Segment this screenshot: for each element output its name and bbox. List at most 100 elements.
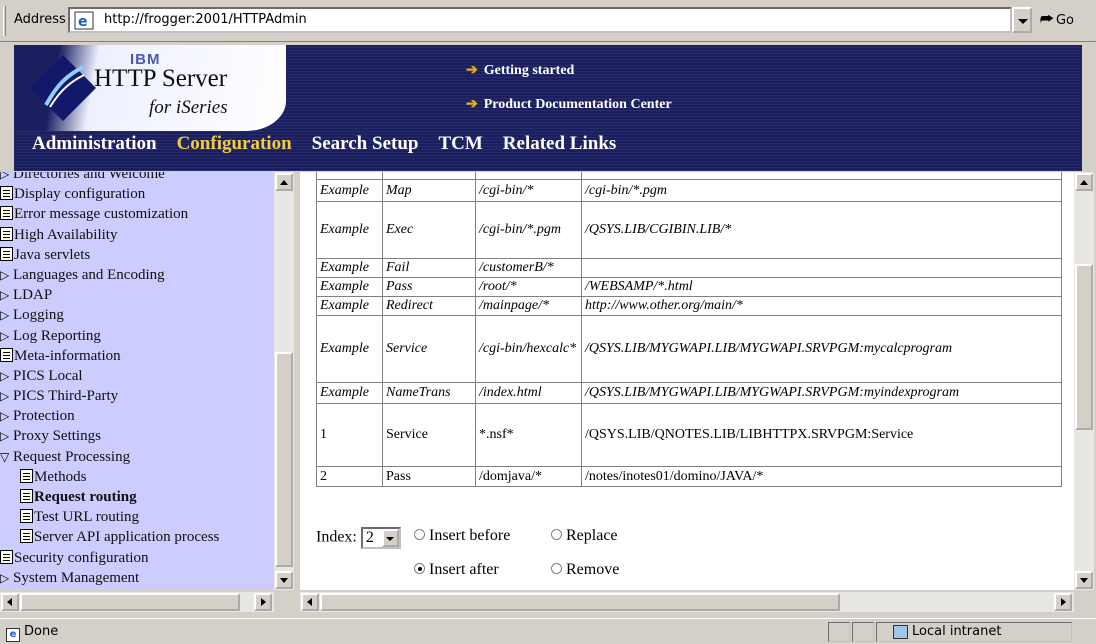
sidebar-item[interactable]: ▷ PICS Third-Party xyxy=(0,386,274,406)
collapsed-arrow-icon: ▷ xyxy=(0,429,10,444)
option-replace[interactable]: Replace xyxy=(551,527,618,545)
address-dropdown-button[interactable] xyxy=(1012,7,1032,33)
index-row: Index: 2 xyxy=(316,527,401,549)
sidebar-item[interactable]: ▷ Log Reporting xyxy=(0,326,274,346)
expanded-arrow-icon: ▽ xyxy=(0,449,10,464)
scroll-up-button[interactable] xyxy=(275,173,293,191)
sidebar-vscrollbar[interactable] xyxy=(274,172,294,590)
scroll-down-button[interactable] xyxy=(275,571,293,589)
sidebar-hscroll-thumb[interactable] xyxy=(20,593,240,611)
sidebar-item[interactable]: Request routing xyxy=(0,487,274,507)
sidebar-item[interactable]: Test URL routing xyxy=(0,507,274,527)
table-row: 1 Service *.nsf*/QSYS.LIB/QNOTES.LIB/LIBHT… xyxy=(316,403,1062,467)
collapsed-arrow-icon: ▷ xyxy=(0,328,10,343)
option-insert-before[interactable]: Insert before xyxy=(414,527,510,545)
arrow-bullet-icon: ➔ xyxy=(466,63,478,78)
table-cell: NameTrans xyxy=(382,382,476,404)
document-icon xyxy=(0,347,13,362)
sidebar-item[interactable]: ▷ Protection xyxy=(0,406,274,426)
content-vscrollbar[interactable] xyxy=(1074,172,1094,590)
sidebar-item-label: Proxy Settings xyxy=(13,428,101,445)
table-cell: /mainpage/* xyxy=(475,296,582,316)
sidebar-item-label: PICS Local xyxy=(13,367,83,384)
sidebar-item-label: High Availability xyxy=(14,226,118,243)
nav-administration[interactable]: Administration xyxy=(32,133,157,154)
svg-text:e: e xyxy=(78,14,88,30)
go-button[interactable]: ⮫ Go xyxy=(1040,10,1074,28)
getting-started-link[interactable]: ➔ Getting started xyxy=(466,62,574,79)
sidebar-item-label: Logging xyxy=(13,307,64,324)
nav-configuration[interactable]: Configuration xyxy=(177,133,292,154)
scroll-up-button[interactable] xyxy=(1075,173,1093,191)
sidebar-item[interactable]: ▷ Directories and Welcome xyxy=(0,172,274,184)
sidebar-item[interactable]: ▽ Request Processing xyxy=(0,447,274,467)
sidebar-item[interactable]: ▷ Logging xyxy=(0,305,274,325)
go-arrow-icon: ⮫ xyxy=(1040,10,1054,28)
collapsed-arrow-icon: ▷ xyxy=(0,267,10,282)
scroll-left-button[interactable] xyxy=(301,593,319,611)
sidebar-item[interactable]: Security configuration xyxy=(0,548,274,568)
sidebar-item[interactable]: Meta-information xyxy=(0,346,274,366)
sidebar-scroll-thumb[interactable] xyxy=(275,352,293,567)
sidebar-item[interactable]: Methods xyxy=(0,467,274,487)
sidebar-item-label: LDAP xyxy=(13,287,53,304)
go-label: Go xyxy=(1055,13,1074,28)
content-hscrollbar[interactable] xyxy=(300,592,1074,612)
address-bar: Address e http://frogger:2001/HTTPAdmin … xyxy=(0,0,1096,42)
radio-insert-after[interactable] xyxy=(414,563,425,574)
chevron-down-icon[interactable] xyxy=(381,529,399,547)
table-row: Example Redirect/mainpage/* http://www.oth… xyxy=(316,296,1062,316)
sidebar-item[interactable]: ▷ Languages and Encoding xyxy=(0,265,274,285)
table-cell: *.nsf* xyxy=(475,403,582,467)
status-text: Done xyxy=(24,624,59,639)
index-select[interactable]: 2 xyxy=(360,527,401,549)
sidebar-item-label: Request Processing xyxy=(13,448,131,465)
scroll-right-button[interactable] xyxy=(1054,593,1072,611)
sidebar-item[interactable]: Java servlets xyxy=(0,245,274,265)
sidebar-item[interactable]: ▷ LDAP xyxy=(0,285,274,305)
nav-search-setup[interactable]: Search Setup xyxy=(312,133,419,154)
table-cell: Example xyxy=(316,179,383,202)
toolbar-grip[interactable] xyxy=(3,6,6,36)
content-hscroll-thumb[interactable] xyxy=(320,593,840,611)
address-input[interactable]: e http://frogger:2001/HTTPAdmin xyxy=(68,7,1012,33)
address-label: Address xyxy=(14,12,66,27)
table-row: Example Map/cgi-bin/*/cgi-bin/*.pgm xyxy=(316,179,1062,202)
scroll-right-button[interactable] xyxy=(254,593,272,611)
sidebar-hscrollbar[interactable] xyxy=(0,592,274,612)
sidebar-item[interactable]: ▷ PICS Local xyxy=(0,366,274,386)
table-cell: Example xyxy=(316,258,383,278)
sidebar-item-label: Test URL routing xyxy=(34,509,140,526)
index-value: 2 xyxy=(365,529,374,546)
product-doc-link[interactable]: ➔ Product Documentation Center xyxy=(466,96,672,113)
sidebar-item[interactable]: Display configuration xyxy=(0,184,274,204)
document-icon xyxy=(0,226,13,241)
table-cell: 1 xyxy=(316,403,383,467)
table-cell: Redirect xyxy=(382,296,476,316)
nav-tcm[interactable]: TCM xyxy=(438,133,482,154)
document-icon xyxy=(20,468,33,483)
option-insert-after[interactable]: Insert after xyxy=(414,561,499,579)
content-scroll-thumb[interactable] xyxy=(1075,264,1093,430)
table-row xyxy=(316,172,1062,180)
scroll-left-button[interactable] xyxy=(1,593,19,611)
content-frame: Example Map/cgi-bin/*/cgi-bin/*.pgm Exampl… xyxy=(300,172,1096,615)
sidebar-item[interactable]: High Availability xyxy=(0,225,274,245)
radio-insert-before[interactable] xyxy=(414,529,425,540)
sidebar-item[interactable]: ▷ Proxy Settings xyxy=(0,426,274,446)
sidebar-item-label: Methods xyxy=(34,468,87,485)
status-bar: e Done Local intranet xyxy=(0,618,1096,644)
sidebar-item[interactable]: Server API application process xyxy=(0,527,274,547)
radio-replace[interactable] xyxy=(551,529,562,540)
option-remove[interactable]: Remove xyxy=(551,561,619,579)
index-label: Index: xyxy=(316,528,357,546)
nav-related-links[interactable]: Related Links xyxy=(503,133,617,154)
table-cell: /QSYS.LIB/QNOTES.LIB/LIBHTTPX.SRVPGM:Ser… xyxy=(581,403,1062,467)
sidebar-list: ▷ Directories and Welcome Display configur… xyxy=(0,172,274,590)
sidebar-item[interactable]: Error message customization xyxy=(0,204,274,224)
sidebar-item[interactable]: ▷ System Management xyxy=(0,568,274,588)
radio-remove[interactable] xyxy=(551,563,562,574)
table-cell xyxy=(382,172,476,180)
scroll-down-button[interactable] xyxy=(1075,571,1093,589)
collapsed-arrow-icon: ▷ xyxy=(0,389,10,404)
